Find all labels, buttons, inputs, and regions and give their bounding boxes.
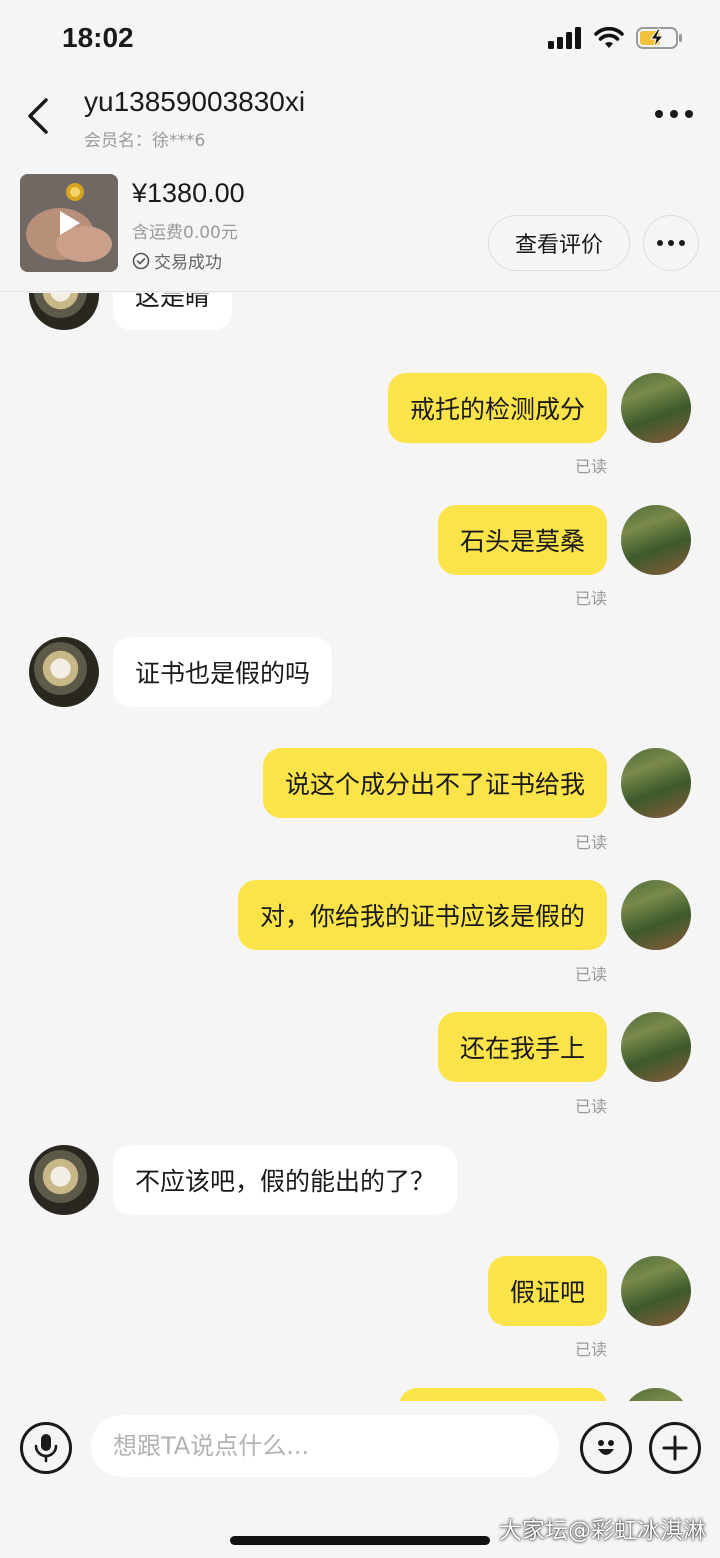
wifi-icon [594, 27, 624, 48]
my-avatar[interactable] [621, 880, 691, 950]
message-bubble-sent[interactable]: 石头是莫桑 [437, 505, 607, 575]
chevron-left-icon [28, 98, 48, 134]
product-card[interactable]: ¥1380.00 含运费0.00元 交易成功 查看评价 [0, 164, 720, 292]
my-avatar[interactable] [621, 748, 691, 818]
product-image [20, 174, 118, 272]
read-receipt: 已读 [574, 965, 607, 984]
trade-status-label: 交易成功 [154, 253, 222, 273]
message-bubble-sent[interactable]: 对，你给我的证书应该是假的 [237, 880, 607, 950]
product-more-button[interactable] [643, 215, 699, 271]
my-avatar[interactable] [621, 505, 691, 575]
my-avatar[interactable] [621, 1012, 691, 1082]
check-circle-icon [132, 252, 150, 269]
my-avatar[interactable] [621, 373, 691, 443]
back-button[interactable] [22, 96, 58, 136]
message-bubble-received[interactable]: 证书也是假的吗 [113, 637, 333, 707]
contact-avatar[interactable] [29, 637, 99, 707]
status-time: 18:02 [62, 22, 134, 53]
message-bubble-sent[interactable]: 假证吧 [487, 1256, 607, 1326]
read-receipt: 已读 [574, 1340, 607, 1359]
read-receipt: 已读 [574, 589, 607, 608]
watermark: 大家坛@彩虹冰淇淋 [499, 1518, 706, 1544]
message-bubble-received[interactable]: 不应该吧，假的能出的了？ [113, 1145, 458, 1215]
more-horizontal-icon [657, 240, 685, 246]
smiley-icon [598, 1440, 614, 1455]
trade-status: 交易成功 [132, 248, 222, 273]
view-review-button[interactable]: 查看评价 [488, 215, 630, 271]
message-bubble-sent[interactable]: 戒托的检测成分 [387, 373, 607, 443]
cellular-signal-icon [548, 27, 581, 49]
product-video-thumbnail[interactable] [20, 174, 118, 272]
message-bubble-sent[interactable]: 还在我手上 [437, 1012, 607, 1082]
more-actions-button[interactable] [649, 1422, 701, 1474]
emoji-button[interactable] [580, 1422, 632, 1474]
member-name: 会员名：徐***6 [84, 131, 206, 151]
voice-input-button[interactable] [20, 1422, 72, 1474]
message-bubble-received[interactable]: 这是睛 [113, 293, 233, 330]
battery-charging-icon [636, 27, 682, 49]
plus-icon [662, 1435, 688, 1461]
more-horizontal-icon [655, 110, 693, 118]
header-more-button[interactable] [654, 102, 694, 126]
read-receipt: 已读 [574, 457, 607, 476]
contact-name: yu13859003830xi [84, 86, 306, 117]
shipping-fee: 含运费0.00元 [132, 223, 238, 243]
my-avatar[interactable] [621, 1256, 691, 1326]
read-receipt: 已读 [574, 833, 607, 852]
my-avatar[interactable] [621, 1388, 691, 1401]
message-list[interactable]: 这是睛 戒托的检测成分 已读 石头是莫桑 已读 证书也是假的吗 说这个成分出不了… [0, 293, 720, 1401]
microphone-icon [34, 1434, 58, 1463]
product-price: ¥1380.00 [132, 178, 245, 208]
read-receipt: 已读 [574, 1097, 607, 1116]
home-indicator[interactable] [230, 1536, 490, 1545]
contact-avatar[interactable] [29, 1145, 99, 1215]
message-input[interactable] [91, 1415, 559, 1477]
status-icons [548, 26, 684, 50]
input-bar: 大家坛@彩虹冰淇淋 [0, 1401, 720, 1558]
message-bubble-sent[interactable]: 说这个成分出不了证书给我 [262, 748, 607, 818]
status-bar: 18:02 [0, 0, 720, 80]
contact-avatar[interactable] [29, 293, 99, 330]
chat-header: yu13859003830xi 会员名：徐***6 [0, 80, 720, 156]
message-bubble-sent[interactable] [399, 1388, 607, 1401]
